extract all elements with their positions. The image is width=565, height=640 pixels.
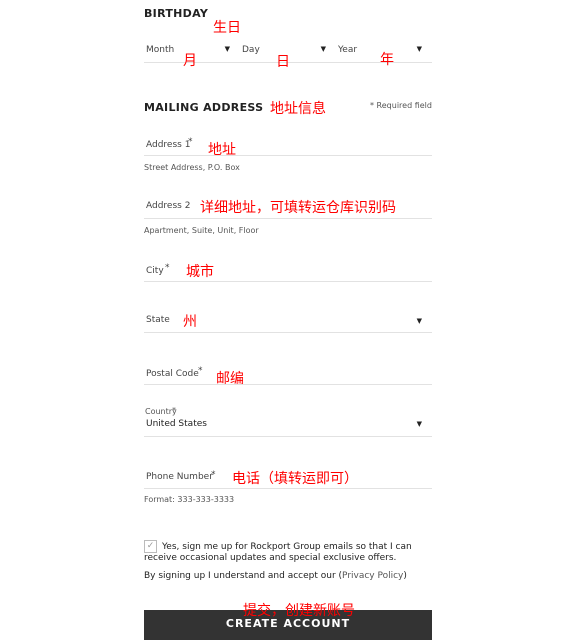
privacy-suffix: )	[403, 571, 407, 581]
city-label: City	[146, 266, 164, 276]
required-asterisk: *	[188, 137, 193, 147]
annotation-phone: 电话（填转运即可）	[232, 471, 358, 487]
privacy-prefix: By signing up I understand and accept ou…	[144, 571, 343, 581]
annotation-month: 月	[183, 53, 197, 69]
annotation-submit: 提交，创建新账号	[243, 603, 355, 619]
consent-text-line1: Yes, sign me up for Rockport Group email…	[162, 542, 412, 552]
postal-code-label: Postal Code	[146, 369, 199, 379]
chevron-down-icon: ▼	[416, 317, 422, 325]
birthday-heading: BIRTHDAY	[144, 7, 209, 20]
address2-label: Address 2	[146, 201, 191, 211]
state-underline	[144, 332, 432, 333]
day-label: Day	[242, 45, 260, 55]
postal-code-field[interactable]: Postal Code *	[144, 366, 432, 384]
required-asterisk: *	[211, 470, 216, 480]
phone-hint: Format: 333-333-3333	[144, 495, 235, 504]
state-label: State	[146, 315, 170, 325]
chevron-down-icon: ▼	[224, 45, 230, 53]
address1-hint: Street Address, P.O. Box	[144, 163, 240, 172]
address1-label: Address 1	[146, 140, 191, 150]
annotation-city: 城市	[186, 264, 214, 280]
consent-text-line2: receive occasional updates and special e…	[144, 553, 397, 563]
annotation-state: 州	[183, 314, 197, 330]
chevron-down-icon: ▼	[416, 45, 422, 53]
annotation-postal: 邮编	[216, 371, 244, 387]
country-underline	[144, 436, 432, 437]
address1-underline	[144, 155, 432, 156]
annotation-birthday: 生日	[213, 20, 241, 36]
annotation-day: 日	[276, 54, 290, 70]
address2-underline	[144, 218, 432, 219]
address2-hint: Apartment, Suite, Unit, Floor	[144, 226, 259, 235]
chevron-down-icon: ▼	[416, 420, 422, 428]
mailing-heading: MAILING ADDRESS	[144, 101, 264, 114]
annotation-address2: 详细地址，可填转运仓库识别码	[200, 200, 396, 216]
privacy-policy-link[interactable]: Privacy Policy	[342, 571, 403, 581]
annotation-address1: 地址	[208, 142, 236, 158]
city-underline	[144, 281, 432, 282]
privacy-text: By signing up I understand and accept ou…	[144, 571, 407, 581]
required-asterisk: *	[165, 263, 170, 273]
year-label: Year	[338, 45, 358, 55]
address1-field[interactable]: Address 1 *	[144, 137, 432, 155]
annotation-year: 年	[380, 52, 394, 68]
chevron-down-icon: ▼	[320, 45, 326, 53]
country-select[interactable]: Country * United States ▼	[144, 406, 432, 434]
phone-label: Phone Number	[146, 472, 213, 482]
required-note: * Required field	[370, 101, 432, 110]
postal-underline	[144, 384, 432, 385]
annotation-mailing: 地址信息	[270, 101, 326, 117]
required-asterisk: *	[198, 366, 203, 376]
month-label: Month	[146, 45, 175, 55]
phone-underline	[144, 488, 432, 489]
country-value: United States	[146, 419, 207, 429]
checkmark-icon: ✓	[146, 541, 155, 551]
required-asterisk: *	[172, 406, 176, 415]
email-signup-checkbox[interactable]: ✓	[144, 540, 157, 553]
